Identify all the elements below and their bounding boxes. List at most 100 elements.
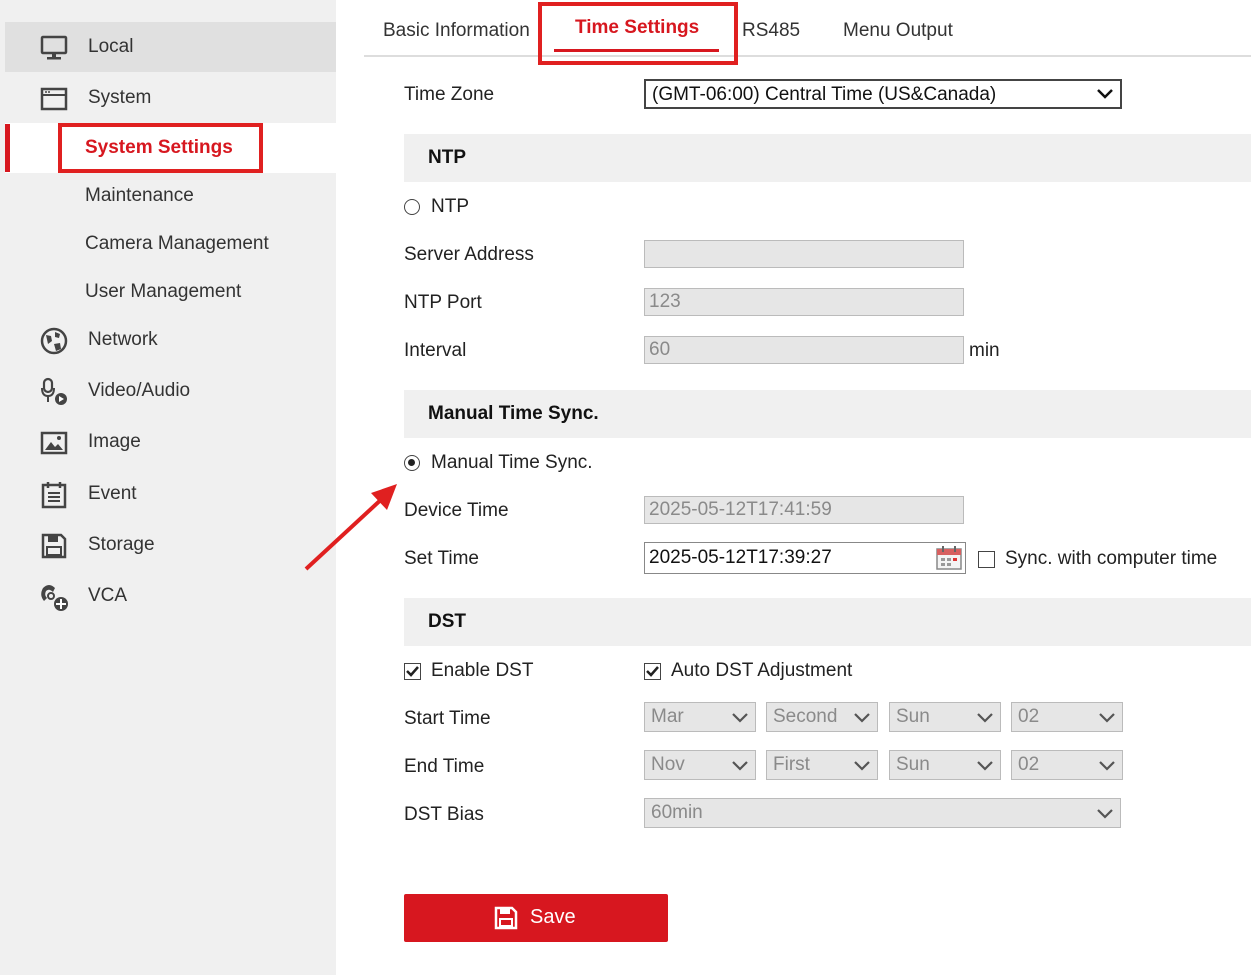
interval-input[interactable]: 60 <box>644 336 964 364</box>
set-time-input[interactable]: 2025-05-12T17:39:27 <box>644 542 966 574</box>
chevron-down-icon <box>1099 713 1115 723</box>
section-title: NTP <box>428 147 466 168</box>
select-value: 02 <box>1018 706 1040 727</box>
sidebar-item-local[interactable]: Local <box>5 22 336 72</box>
time-zone-label: Time Zone <box>404 84 495 105</box>
select-value: Sun <box>896 706 930 727</box>
sidebar-item-maintenance[interactable]: Maintenance <box>5 171 336 221</box>
chevron-down-icon <box>732 713 748 723</box>
image-icon <box>39 429 69 457</box>
end-hour-select[interactable]: 02 <box>1011 750 1123 780</box>
end-week-select[interactable]: First <box>766 750 878 780</box>
sidebar-item-label: Event <box>88 483 137 504</box>
chevron-down-icon <box>1099 761 1115 771</box>
end-month-select[interactable]: Nov <box>644 750 756 780</box>
dst-bias-label: DST Bias <box>404 804 484 825</box>
highlight-box <box>58 123 263 173</box>
sync-computer-checkbox[interactable] <box>978 551 995 568</box>
calendar-list-icon <box>39 481 69 509</box>
monitor-icon <box>39 34 69 62</box>
select-value: Sun <box>896 754 930 775</box>
manual-sync-section-header: Manual Time Sync. <box>404 390 1251 438</box>
sidebar-item-storage[interactable]: Storage <box>5 520 336 570</box>
manual-sync-radio[interactable] <box>404 455 420 471</box>
tab-bar: Basic Information Time Settings RS485 Me… <box>364 0 1251 57</box>
sidebar-item-label: User Management <box>85 281 242 302</box>
floppy-disk-icon <box>39 532 69 560</box>
sidebar-item-camera-management[interactable]: Camera Management <box>5 219 336 269</box>
sidebar-item-label: System <box>88 87 152 108</box>
checkmark-icon <box>406 666 419 677</box>
sidebar-item-label: Network <box>88 329 158 350</box>
sidebar-item-vca[interactable]: VCA <box>5 571 336 621</box>
set-time-label: Set Time <box>404 548 479 569</box>
set-time-value: 2025-05-12T17:39:27 <box>649 547 832 568</box>
ntp-port-label: NTP Port <box>404 292 482 313</box>
enable-dst-label: Enable DST <box>431 660 534 681</box>
dst-section-header: DST <box>404 598 1251 646</box>
chevron-down-icon <box>1097 809 1113 819</box>
server-address-input[interactable] <box>644 240 964 268</box>
interval-unit: min <box>969 340 1000 361</box>
sidebar-item-network[interactable]: Network <box>5 315 336 365</box>
select-value: Mar <box>651 706 684 727</box>
sidebar-item-event[interactable]: Event <box>5 469 336 519</box>
microphone-icon <box>39 377 69 406</box>
enable-dst-checkbox[interactable] <box>404 663 421 680</box>
start-month-select[interactable]: Mar <box>644 702 756 732</box>
save-label: Save <box>530 906 576 928</box>
time-zone-value: (GMT-06:00) Central Time (US&Canada) <box>652 84 997 105</box>
sidebar-item-system[interactable]: System <box>5 73 336 123</box>
ntp-port-input[interactable]: 123 <box>644 288 964 316</box>
end-time-label: End Time <box>404 756 485 777</box>
save-icon <box>494 906 518 936</box>
select-value: 02 <box>1018 754 1040 775</box>
sidebar-item-label: Camera Management <box>85 233 269 254</box>
sidebar-item-label: Image <box>88 431 141 452</box>
manual-sync-radio-label: Manual Time Sync. <box>431 452 593 473</box>
sidebar-item-video-audio[interactable]: Video/Audio <box>5 366 336 416</box>
window-icon <box>39 85 69 113</box>
select-value: First <box>773 754 810 775</box>
start-week-select[interactable]: Second <box>766 702 878 732</box>
ntp-radio[interactable] <box>404 199 420 215</box>
ntp-radio-label: NTP <box>431 196 469 217</box>
dst-bias-select[interactable]: 60min <box>644 798 1121 828</box>
sidebar-item-image[interactable]: Image <box>5 417 336 467</box>
sidebar-item-user-management[interactable]: User Management <box>5 267 336 317</box>
start-time-label: Start Time <box>404 708 491 729</box>
tab-rs485[interactable]: RS485 <box>742 20 800 42</box>
select-value: Second <box>773 706 838 727</box>
tab-menu-output[interactable]: Menu Output <box>843 20 953 42</box>
save-button[interactable]: Save <box>404 894 668 942</box>
section-title: DST <box>428 611 466 632</box>
tab-basic-information[interactable]: Basic Information <box>383 20 530 42</box>
chevron-down-icon <box>732 761 748 771</box>
ntp-section-header: NTP <box>404 134 1251 182</box>
start-day-select[interactable]: Sun <box>889 702 1001 732</box>
vca-icon <box>39 583 69 611</box>
sidebar-item-label: Local <box>88 36 134 57</box>
auto-dst-checkbox[interactable] <box>644 663 661 680</box>
chevron-down-icon <box>854 761 870 771</box>
start-hour-select[interactable]: 02 <box>1011 702 1123 732</box>
selection-indicator <box>5 124 10 172</box>
device-time-input: 2025-05-12T17:41:59 <box>644 496 964 524</box>
sidebar-item-label: Video/Audio <box>88 380 191 401</box>
end-day-select[interactable]: Sun <box>889 750 1001 780</box>
sidebar-item-label: Maintenance <box>85 185 194 206</box>
calendar-icon[interactable] <box>935 545 963 576</box>
device-time-label: Device Time <box>404 500 509 521</box>
sync-computer-label: Sync. with computer time <box>1005 548 1218 569</box>
sidebar-item-label: Storage <box>88 534 155 555</box>
chevron-down-icon <box>977 761 993 771</box>
chevron-down-icon <box>977 713 993 723</box>
select-value: 60min <box>651 802 703 823</box>
globe-icon <box>39 327 69 355</box>
sidebar-item-label: VCA <box>88 585 128 606</box>
chevron-down-icon <box>1097 89 1113 99</box>
checkmark-icon <box>646 666 659 677</box>
select-value: Nov <box>651 754 685 775</box>
time-zone-select[interactable]: (GMT-06:00) Central Time (US&Canada) <box>644 79 1122 109</box>
auto-dst-label: Auto DST Adjustment <box>671 660 853 681</box>
